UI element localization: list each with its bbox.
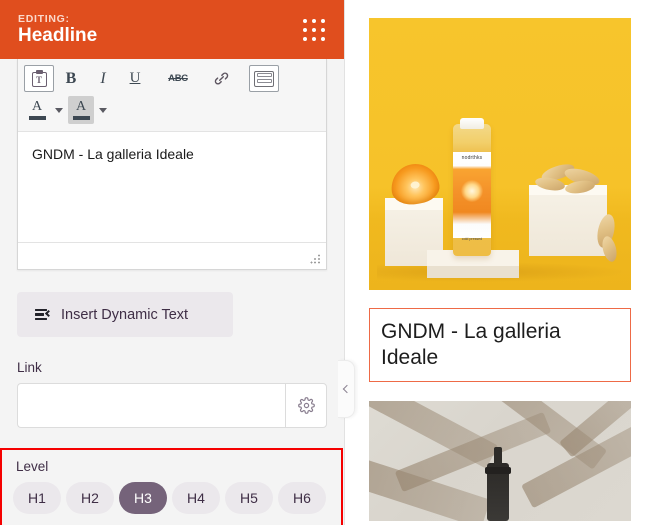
toolbar-row-format: T B I U ABC bbox=[22, 64, 322, 93]
keyboard-button[interactable] bbox=[249, 65, 279, 92]
collapse-panel-button[interactable] bbox=[338, 360, 355, 418]
level-label: Level bbox=[16, 459, 332, 474]
highlight-color-chevron-down-icon[interactable] bbox=[94, 96, 112, 124]
paste-as-text-button[interactable]: T bbox=[24, 65, 54, 92]
text-color-chevron-down-icon[interactable] bbox=[50, 96, 68, 124]
chevron-left-icon bbox=[343, 385, 351, 393]
preview-headline-text: GNDM - La galleria Ideale bbox=[381, 319, 619, 370]
italic-button[interactable]: I bbox=[88, 65, 118, 92]
editor-toolbar: T B I U ABC bbox=[18, 59, 326, 132]
insert-dynamic-text-label: Insert Dynamic Text bbox=[61, 307, 188, 323]
settings-panel: EDITING: Headline T B bbox=[0, 0, 345, 525]
level-section: Level H1 H2 H3 H4 H5 H6 bbox=[0, 448, 343, 525]
panel-body: Insert Dynamic Text Link Level H1 H2 H3 bbox=[0, 270, 344, 525]
bold-button[interactable]: B bbox=[56, 65, 86, 92]
highlight-color-icon[interactable]: A bbox=[68, 96, 94, 124]
editing-eyebrow: EDITING: bbox=[18, 13, 97, 25]
page-builder-screen: EDITING: Headline T B bbox=[0, 0, 662, 525]
editor-wrapper: T B I U ABC bbox=[0, 59, 344, 270]
link-label: Link bbox=[17, 360, 327, 375]
resize-grip-icon[interactable] bbox=[310, 254, 321, 265]
keyboard-icon bbox=[254, 71, 274, 87]
link-settings-button[interactable] bbox=[285, 383, 327, 428]
level-button-group: H1 H2 H3 H4 H5 H6 bbox=[13, 482, 332, 514]
page-title: Headline bbox=[18, 26, 97, 46]
link-field-row bbox=[17, 383, 327, 428]
level-button-h6[interactable]: H6 bbox=[278, 482, 326, 514]
strikethrough-button[interactable]: ABC bbox=[163, 65, 193, 92]
dynamic-text-icon bbox=[35, 309, 50, 320]
headline-text-input[interactable]: GNDM - La galleria Ideale bbox=[18, 132, 326, 242]
gear-icon bbox=[298, 397, 315, 414]
product-photo-juice[interactable]: nodrthks cold pressed bbox=[369, 18, 631, 290]
level-button-h5[interactable]: H5 bbox=[225, 482, 273, 514]
panel-header-titles: EDITING: Headline bbox=[18, 13, 97, 46]
preview-canvas: nodrthks cold pressed GNDM - La galleria… bbox=[345, 0, 662, 525]
level-button-h3[interactable]: H3 bbox=[119, 482, 167, 514]
rich-text-editor: T B I U ABC bbox=[17, 59, 327, 270]
grid-dots-icon[interactable] bbox=[298, 14, 330, 46]
product-photo-dropper[interactable] bbox=[369, 401, 631, 521]
link-input[interactable] bbox=[17, 383, 285, 428]
underline-button[interactable]: U bbox=[120, 65, 150, 92]
clipboard-text-icon: T bbox=[32, 70, 47, 87]
level-button-h2[interactable]: H2 bbox=[66, 482, 114, 514]
editor-status-bar bbox=[18, 242, 326, 269]
preview-headline-selection[interactable]: GNDM - La galleria Ideale bbox=[369, 308, 631, 382]
panel-header: EDITING: Headline bbox=[0, 0, 344, 59]
toolbar-row-color: A A bbox=[22, 93, 322, 127]
text-color-icon[interactable]: A bbox=[24, 96, 50, 124]
link-icon[interactable] bbox=[206, 65, 236, 92]
insert-dynamic-text-button[interactable]: Insert Dynamic Text bbox=[17, 292, 233, 337]
level-button-h4[interactable]: H4 bbox=[172, 482, 220, 514]
level-button-h1[interactable]: H1 bbox=[13, 482, 61, 514]
